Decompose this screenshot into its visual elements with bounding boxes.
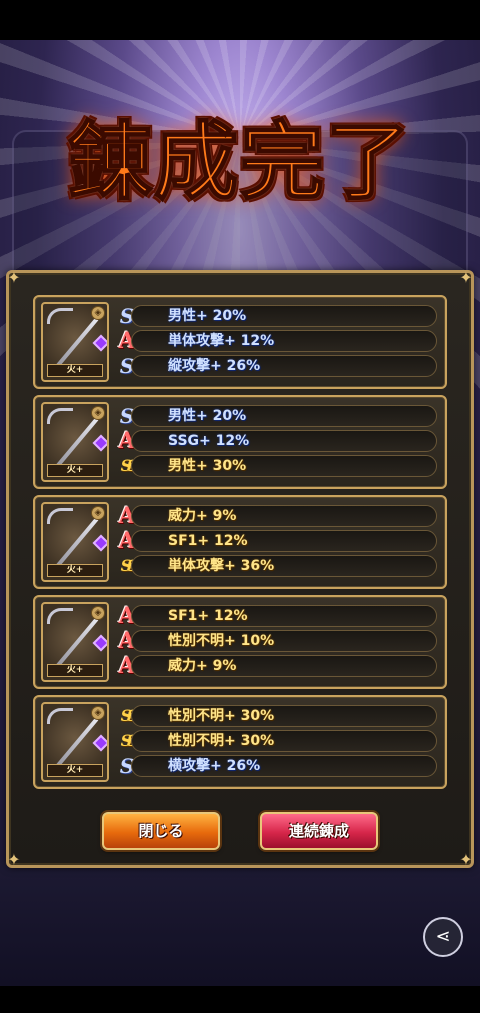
rank-medal-icon: ◈ xyxy=(91,606,105,620)
element-label: 火+ xyxy=(47,664,103,677)
stat-line: 男性+ 30% xyxy=(131,455,437,477)
stat-text: SSG+ 12% xyxy=(168,433,250,449)
stat-text: 男性+ 20% xyxy=(168,308,247,324)
stat-line: SF1+ 12% xyxy=(131,530,437,552)
corner-ornament-icon: ✦ xyxy=(7,850,21,869)
continuous-refine-button[interactable]: 連続錬成 xyxy=(260,812,378,850)
refine-result-card: ◈ 火+ SS 性別不明+ 30% SS 性別不明+ 30% S 横攻撃+ 26% xyxy=(33,695,447,789)
stat-line: 性別不明+ 30% xyxy=(131,730,437,752)
stat-line: 威力+ 9% xyxy=(131,505,437,527)
close-button[interactable]: 閉じる xyxy=(102,812,220,850)
purple-gem-icon xyxy=(92,734,107,752)
purple-gem-icon xyxy=(92,334,107,352)
weapon-thumbnail[interactable]: ◈ 火+ xyxy=(41,702,109,782)
rank-medal-icon: ◈ xyxy=(91,506,105,520)
background-lower xyxy=(0,860,480,986)
weapon-hook-icon xyxy=(47,708,73,724)
weapon-thumbnail[interactable]: ◈ 火+ xyxy=(41,502,109,582)
stat-line: 男性+ 20% xyxy=(131,305,437,327)
element-label: 火+ xyxy=(47,564,103,577)
purple-gem-icon xyxy=(92,534,107,552)
stat-line: SSG+ 12% xyxy=(131,430,437,452)
stat-line: 性別不明+ 30% xyxy=(131,705,437,727)
stat-text: 男性+ 30% xyxy=(168,458,247,474)
weapon-hook-icon xyxy=(47,408,73,424)
refine-result-card: ◈ 火+ S 男性+ 20% A 単体攻撃+ 12% S 縦攻撃+ 26% xyxy=(33,295,447,389)
rank-medal-icon: ◈ xyxy=(91,406,105,420)
stat-line: 性別不明+ 10% xyxy=(131,630,437,652)
stat-text: 縦攻撃+ 26% xyxy=(168,358,261,374)
weapon-thumbnail[interactable]: ◈ 火+ xyxy=(41,402,109,482)
refine-result-card: ◈ 火+ A 威力+ 9% A SF1+ 12% SS 単体攻撃+ 36% xyxy=(33,495,447,589)
status-bar xyxy=(0,0,480,40)
stat-text: 横攻撃+ 26% xyxy=(168,758,261,774)
stat-line: SF1+ 12% xyxy=(131,605,437,627)
stat-text: 男性+ 20% xyxy=(168,408,247,424)
stat-text: 性別不明+ 30% xyxy=(168,733,275,749)
stat-text: 単体攻撃+ 12% xyxy=(168,333,275,349)
rank-medal-icon: ◈ xyxy=(91,306,105,320)
weapon-hook-icon xyxy=(47,508,73,524)
stat-line: 縦攻撃+ 26% xyxy=(131,355,437,377)
stat-text: SF1+ 12% xyxy=(168,533,248,549)
corner-ornament-icon: ✦ xyxy=(459,850,473,869)
stat-text: 性別不明+ 30% xyxy=(168,708,275,724)
element-label: 火+ xyxy=(47,364,103,377)
weapon-thumbnail[interactable]: ◈ 火+ xyxy=(41,302,109,382)
stat-text: 威力+ 9% xyxy=(168,508,237,524)
share-icon[interactable]: ⋖ xyxy=(423,917,463,957)
navigation-bar xyxy=(0,986,480,1013)
corner-ornament-icon: ✦ xyxy=(7,268,21,287)
refine-result-card: ◈ 火+ S 男性+ 20% A SSG+ 12% SS 男性+ 30% xyxy=(33,395,447,489)
weapon-hook-icon xyxy=(47,608,73,624)
corner-ornament-icon: ✦ xyxy=(459,268,473,287)
stat-text: 単体攻撃+ 36% xyxy=(168,558,275,574)
completion-title: 錬成完了 xyxy=(67,111,412,212)
stat-text: 威力+ 9% xyxy=(168,658,237,674)
stat-text: 性別不明+ 10% xyxy=(168,633,275,649)
stat-line: 威力+ 9% xyxy=(131,655,437,677)
rank-medal-icon: ◈ xyxy=(91,706,105,720)
stat-line: 横攻撃+ 26% xyxy=(131,755,437,777)
purple-gem-icon xyxy=(92,434,107,452)
refine-result-card: ◈ 火+ A SF1+ 12% A 性別不明+ 10% A 威力+ 9% xyxy=(33,595,447,689)
purple-gem-icon xyxy=(92,634,107,652)
element-label: 火+ xyxy=(47,464,103,477)
weapon-hook-icon xyxy=(47,308,73,324)
weapon-thumbnail[interactable]: ◈ 火+ xyxy=(41,602,109,682)
stat-line: 単体攻撃+ 12% xyxy=(131,330,437,352)
element-label: 火+ xyxy=(47,764,103,777)
stat-line: 男性+ 20% xyxy=(131,405,437,427)
stat-line: 単体攻撃+ 36% xyxy=(131,555,437,577)
stat-text: SF1+ 12% xyxy=(168,608,248,624)
